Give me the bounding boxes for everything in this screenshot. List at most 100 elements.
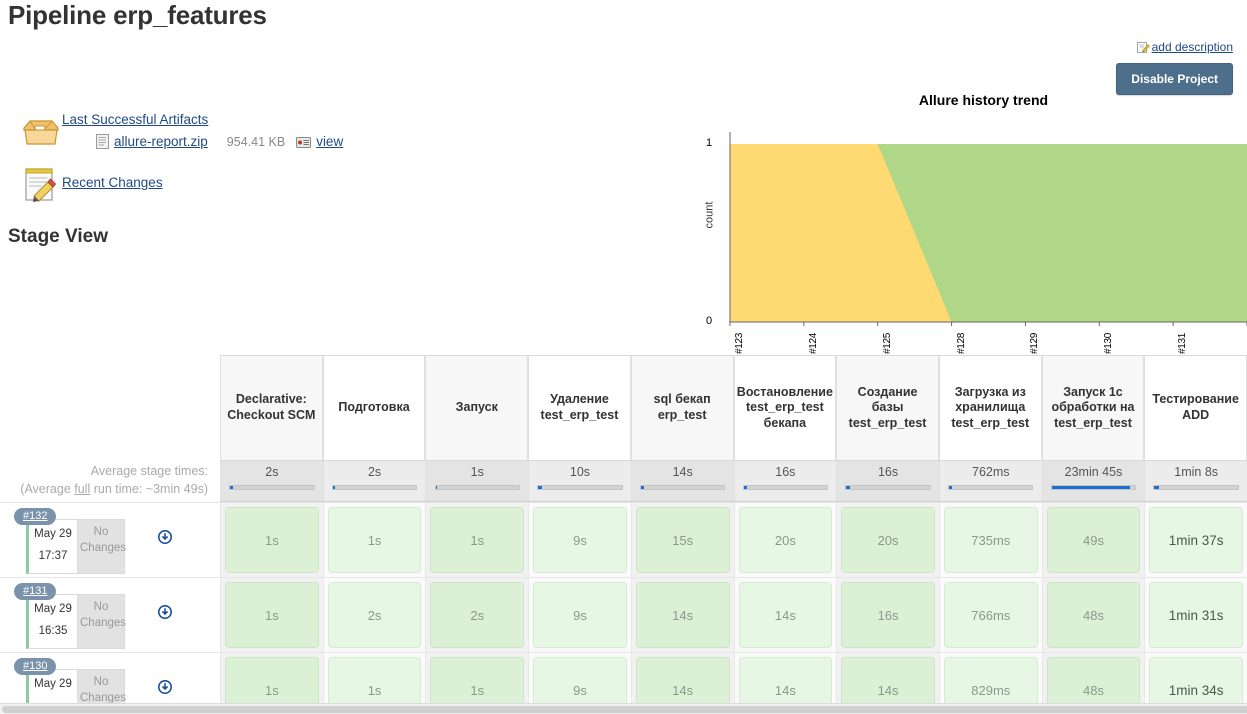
horizontal-scrollbar[interactable] <box>0 703 1247 714</box>
stage-result-cell[interactable]: 9s <box>528 577 631 652</box>
build-number-badge[interactable]: #131 <box>14 583 57 600</box>
last-successful-artifacts-link[interactable]: Last Successful Artifacts <box>62 112 208 127</box>
stage-column-header: Загрузка из хранилища test_erp_test <box>938 355 1042 460</box>
average-time-bar-fill <box>949 486 952 489</box>
stage-duration: 14s <box>738 582 833 648</box>
page-title: Pipeline erp_features <box>8 0 267 30</box>
build-row: #131 May 29 16:35 No Changes 1s 2s 2s 9s 14s 14s 1… <box>0 577 1247 652</box>
add-description-link[interactable]: add description <box>1136 40 1233 54</box>
average-time-cell: 14s <box>630 460 734 502</box>
average-time-bar-fill <box>332 486 336 489</box>
average-time-bar-fill <box>846 486 850 489</box>
average-time-cell: 16s <box>733 460 837 502</box>
stage-result-cell[interactable]: 20s <box>733 502 837 577</box>
average-time-bar-fill <box>538 486 542 489</box>
stage-result-cell[interactable]: 1s <box>425 502 529 577</box>
stage-result-cell[interactable]: 49s <box>1041 502 1145 577</box>
recent-changes-row: Recent Changes <box>18 160 343 204</box>
average-time-bar <box>331 485 418 490</box>
stage-result-cell[interactable]: 766ms <box>938 577 1042 652</box>
artifact-file-row: allure-report.zip 954.41 KB view <box>96 134 343 149</box>
stage-table-header-row: Declarative: Checkout SCM Подготовка Запус… <box>0 355 1247 460</box>
download-circle-icon[interactable] <box>158 680 172 694</box>
stage-result-cell[interactable]: 14s <box>733 577 837 652</box>
download-circle-icon[interactable] <box>158 605 172 619</box>
add-description-label: add description <box>1151 40 1233 54</box>
build-date: May 29 <box>34 678 72 690</box>
recent-changes-link[interactable]: Recent Changes <box>62 175 163 190</box>
stage-result-cell[interactable]: 2s <box>322 577 426 652</box>
stage-column-header: Удаление test_erp_test <box>528 355 631 460</box>
average-label-line2: (Average full run time: ~3min 49s) <box>20 482 208 497</box>
average-time-value: 762ms <box>972 465 1010 479</box>
stage-result-cell[interactable]: 1s <box>220 502 323 577</box>
stage-table-header-spacer <box>0 355 220 460</box>
stage-column-header: Создание базы test_erp_test <box>836 355 939 460</box>
horizontal-scrollbar-thumb[interactable] <box>2 706 1247 713</box>
average-time-bar-fill <box>640 486 645 489</box>
stage-duration: 735ms <box>943 507 1038 573</box>
stage-result-cell[interactable]: 2s <box>425 577 529 652</box>
average-time-cell: 10s <box>528 460 631 502</box>
average-stage-times-row: Average stage times: (Average full run t… <box>0 460 1247 502</box>
build-no-changes: No Changes <box>78 594 126 649</box>
stage-duration: 48s <box>1046 582 1141 648</box>
stage-result-cell[interactable]: 20s <box>836 502 939 577</box>
view-icon <box>296 136 312 148</box>
chart-x-tick: #128 <box>955 332 967 354</box>
build-time: 16:35 <box>38 624 68 637</box>
average-time-value: 16s <box>775 465 796 479</box>
average-time-bar <box>434 485 520 490</box>
average-time-cell: 2s <box>322 460 426 502</box>
disable-project-button[interactable]: Disable Project <box>1116 62 1233 95</box>
chart-plot-area: count #123#124#125#128#129#130#131#132 0… <box>690 114 1247 354</box>
average-label-line1: Average stage times: <box>90 464 208 478</box>
stage-view-table: Declarative: Checkout SCM Подготовка Запус… <box>0 355 1247 714</box>
average-time-bar <box>845 485 931 490</box>
average-time-bar-fill <box>1051 486 1131 489</box>
stage-duration: 20s <box>841 507 935 573</box>
top-right-controls: add description Disable Project <box>1116 40 1233 95</box>
chart-title: Allure history trend <box>918 92 1049 108</box>
build-date-box: May 29 16:35 <box>26 594 78 649</box>
stage-result-cell[interactable]: 14s <box>630 577 734 652</box>
stage-duration: 9s <box>533 582 627 648</box>
stage-column-header: Подготовка <box>322 355 426 460</box>
average-time-bar <box>229 485 315 490</box>
stage-result-cell[interactable]: 1s <box>220 577 323 652</box>
build-no-changes: No Changes <box>78 519 126 574</box>
average-time-value: 2s <box>367 465 382 479</box>
build-number-badge[interactable]: #132 <box>14 508 57 525</box>
build-time: 17:37 <box>38 549 68 562</box>
stage-duration: 9s <box>533 507 627 573</box>
chart-x-tick: #130 <box>1103 332 1115 354</box>
chart-y-axis-label: count <box>703 201 716 229</box>
stage-result-cell[interactable]: 735ms <box>938 502 1042 577</box>
average-time-cell: 23min 45s <box>1041 460 1145 502</box>
build-number-badge[interactable]: #130 <box>14 658 57 675</box>
stage-result-cell[interactable]: 9s <box>528 502 631 577</box>
average-time-value: 23min 45s <box>1064 465 1123 479</box>
stage-duration: 1min 31s <box>1149 582 1244 648</box>
artifact-file-size: 954.41 KB <box>226 134 286 149</box>
stage-duration: 766ms <box>943 582 1038 648</box>
stage-result-cell[interactable]: 1min 37s <box>1144 502 1247 577</box>
stage-result-cell[interactable]: 48s <box>1041 577 1145 652</box>
average-stage-times-label: Average stage times: (Average full run t… <box>0 460 220 502</box>
stage-result-cell[interactable]: 16s <box>836 577 939 652</box>
average-time-value: 2s <box>265 465 279 479</box>
download-circle-icon[interactable] <box>158 530 172 544</box>
stage-result-cell[interactable]: 1min 31s <box>1144 577 1247 652</box>
average-time-bar-fill <box>1154 486 1159 489</box>
file-document-icon <box>96 134 109 149</box>
build-row-info: #131 May 29 16:35 No Changes <box>0 577 220 652</box>
average-time-value: 16s <box>877 465 899 479</box>
chart-x-tick: #124 <box>807 332 819 354</box>
artifact-view-link[interactable]: view <box>316 134 343 149</box>
stage-result-cell[interactable]: 15s <box>630 502 734 577</box>
average-time-value: 10s <box>569 465 591 479</box>
artifact-file-link[interactable]: allure-report.zip <box>114 134 208 149</box>
stage-result-cell[interactable]: 1s <box>322 502 426 577</box>
stage-column-header: Запуск <box>425 355 529 460</box>
stage-column-header: sql бекап erp_test <box>630 355 734 460</box>
